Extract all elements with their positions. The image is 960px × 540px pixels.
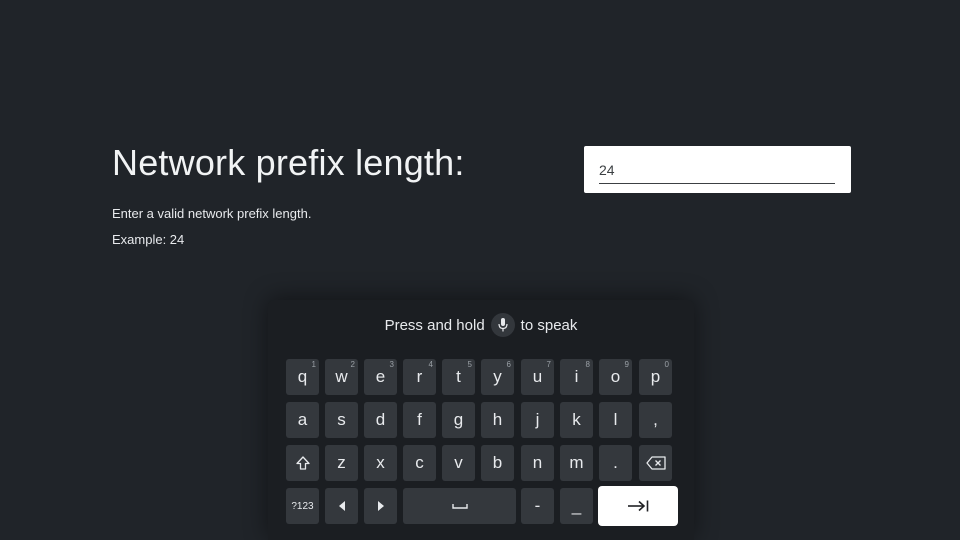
key-alt: 6 — [506, 360, 511, 369]
space-key[interactable] — [403, 488, 516, 524]
key-label: p — [650, 367, 661, 386]
key-label: r — [416, 367, 423, 386]
key-label: o — [610, 367, 621, 386]
key-f[interactable]: f — [403, 402, 436, 438]
key-label: y — [493, 367, 502, 386]
key-l[interactable]: l — [599, 402, 632, 438]
symbols-key[interactable]: ?123 — [286, 488, 319, 524]
key-e[interactable]: e3 — [364, 359, 397, 395]
arrow-right-icon — [377, 501, 384, 511]
voice-hint-before: Press and hold — [384, 316, 485, 334]
key-label: i — [574, 367, 579, 386]
key-alt: 0 — [664, 360, 669, 369]
key-alt: 4 — [428, 360, 433, 369]
key-w[interactable]: w2 — [325, 359, 358, 395]
page-example: Example: 24 — [112, 232, 185, 247]
input-underline — [599, 183, 835, 184]
key-label: q — [297, 367, 308, 386]
key-label: w — [335, 367, 348, 386]
voice-hint: Press and hold to speak — [268, 312, 694, 338]
key-period[interactable]: . — [599, 445, 632, 481]
key-z[interactable]: z — [325, 445, 358, 481]
key-alt: 3 — [389, 360, 394, 369]
key-alt: 5 — [467, 360, 472, 369]
key-label: t — [456, 367, 461, 386]
underscore-key[interactable]: _ — [560, 488, 593, 524]
shift-icon — [295, 456, 310, 470]
arrow-left-icon — [338, 501, 345, 511]
key-alt: 1 — [311, 360, 316, 369]
voice-hint-after: to speak — [520, 316, 578, 334]
backspace-key[interactable] — [639, 445, 672, 481]
key-m[interactable]: m — [560, 445, 593, 481]
key-label: u — [532, 367, 543, 386]
key-alt: 2 — [350, 360, 355, 369]
backspace-icon — [645, 456, 666, 470]
page-description: Enter a valid network prefix length. — [112, 206, 312, 221]
key-alt: 9 — [624, 360, 629, 369]
next-key[interactable] — [598, 486, 678, 526]
key-p[interactable]: p0 — [639, 359, 672, 395]
key-c[interactable]: c — [403, 445, 436, 481]
page-title: Network prefix length: — [112, 142, 465, 183]
key-s[interactable]: s — [325, 402, 358, 438]
key-k[interactable]: k — [560, 402, 593, 438]
key-a[interactable]: a — [286, 402, 319, 438]
microphone-icon[interactable] — [490, 313, 515, 337]
key-v[interactable]: v — [442, 445, 475, 481]
key-y[interactable]: y6 — [481, 359, 514, 395]
key-g[interactable]: g — [442, 402, 475, 438]
key-alt: 8 — [585, 360, 590, 369]
on-screen-keyboard: Press and hold to speak q1 w2 e3 r4 t5 y… — [268, 300, 694, 540]
tab-next-icon — [628, 500, 649, 512]
key-q[interactable]: q1 — [286, 359, 319, 395]
cursor-left-key[interactable] — [325, 488, 358, 524]
prefix-length-value: 24 — [599, 162, 615, 178]
space-icon — [451, 504, 468, 509]
settings-screen: Network prefix length: Enter a valid net… — [0, 0, 960, 540]
key-d[interactable]: d — [364, 402, 397, 438]
key-j[interactable]: j — [521, 402, 554, 438]
dash-key[interactable]: - — [521, 488, 554, 524]
key-t[interactable]: t5 — [442, 359, 475, 395]
key-b[interactable]: b — [481, 445, 514, 481]
key-o[interactable]: o9 — [599, 359, 632, 395]
shift-key[interactable] — [286, 445, 319, 481]
key-r[interactable]: r4 — [403, 359, 436, 395]
key-h[interactable]: h — [481, 402, 514, 438]
key-u[interactable]: u7 — [521, 359, 554, 395]
cursor-right-key[interactable] — [364, 488, 397, 524]
prefix-length-input[interactable]: 24 — [584, 146, 851, 193]
key-comma[interactable]: , — [639, 402, 672, 438]
key-label: e — [375, 367, 386, 386]
key-n[interactable]: n — [521, 445, 554, 481]
key-i[interactable]: i8 — [560, 359, 593, 395]
key-alt: 7 — [546, 360, 551, 369]
key-x[interactable]: x — [364, 445, 397, 481]
